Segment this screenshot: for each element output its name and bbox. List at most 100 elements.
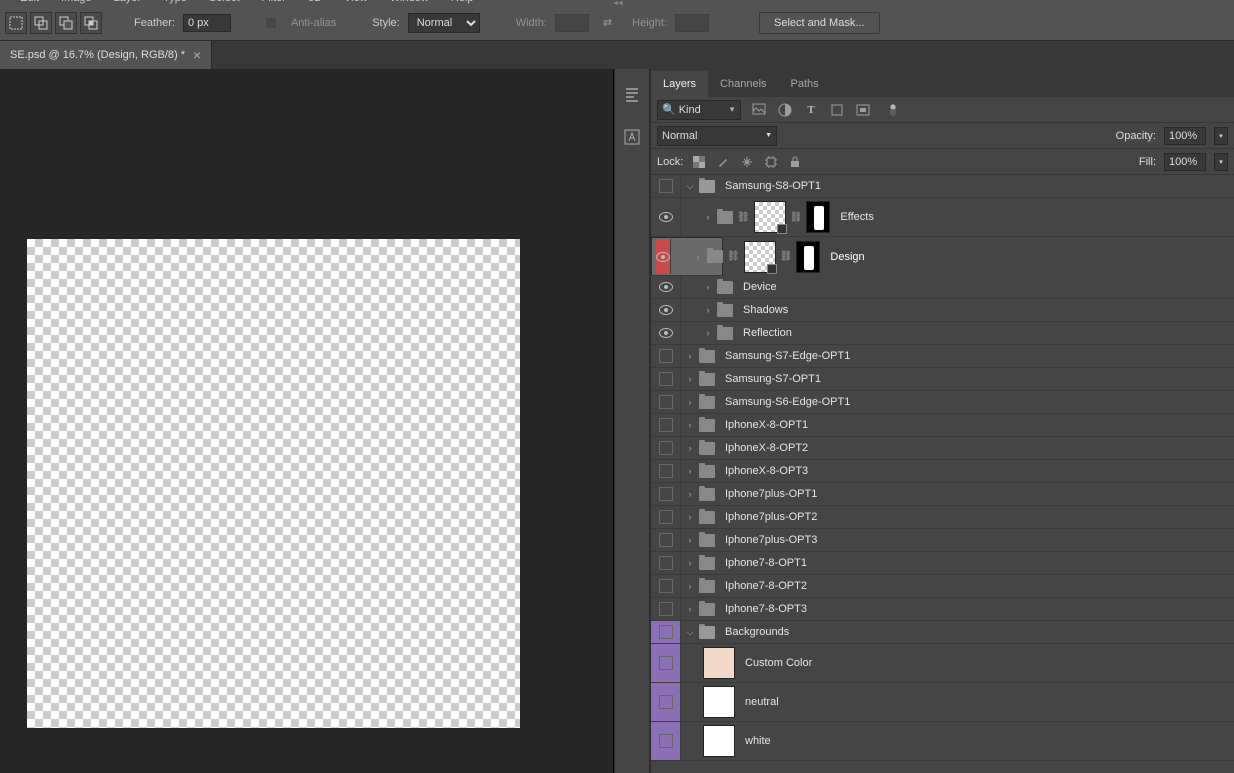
opacity-input[interactable]: 100% [1164,127,1206,145]
layer-visibility-toggle[interactable] [651,621,681,643]
chevron-right-icon[interactable]: › [685,374,695,384]
layer-name[interactable]: Device [743,281,777,293]
blend-mode-dropdown[interactable]: Normal ▼ [657,126,777,146]
layer-thumbnail[interactable] [754,201,786,233]
layer-name[interactable]: Reflection [743,327,792,339]
layer-name[interactable]: Samsung-S8-OPT1 [725,180,821,192]
document-canvas[interactable] [27,239,520,728]
layer-visibility-toggle[interactable] [651,483,681,505]
filter-kind-dropdown[interactable]: 🔍Kind ▼ [657,100,741,120]
layer-row[interactable]: ⌵Samsung-S8-OPT1 [651,175,1234,198]
layer-row[interactable]: › Reflection [651,322,1234,345]
close-tab-icon[interactable]: × [193,47,201,63]
chevron-right-icon[interactable]: › [703,282,713,292]
layer-visibility-toggle[interactable] [651,322,681,344]
layer-name[interactable]: Design [830,251,864,263]
layer-name[interactable]: IphoneX-8-OPT3 [725,465,808,477]
layer-row[interactable]: › Iphone7-8-OPT2 [651,575,1234,598]
layer-row[interactable]: ›⛓⛓Effects [651,198,1234,237]
layer-row[interactable]: ›Samsung-S6-Edge-OPT1 [651,391,1234,414]
layer-visibility-toggle[interactable] [651,299,681,321]
selection-intersect-icon[interactable] [80,12,102,34]
layer-visibility-toggle[interactable] [651,437,681,459]
filter-shape-icon[interactable] [829,102,845,118]
layer-row[interactable]: › Iphone7-8-OPT1 [651,552,1234,575]
layer-row[interactable]: Custom Color [651,644,1234,683]
layer-row[interactable]: › IphoneX-8-OPT1 [651,414,1234,437]
chevron-right-icon[interactable]: › [685,489,695,499]
layer-row[interactable]: ›Iphone7plus-OPT1 [651,483,1234,506]
layer-visibility-toggle[interactable] [651,644,681,682]
layer-name[interactable]: IphoneX-8-OPT1 [725,419,808,431]
opacity-flyout-icon[interactable]: ▾ [1214,127,1228,145]
layer-visibility-toggle[interactable] [651,175,681,197]
fill-input[interactable]: 100% [1164,153,1206,171]
layer-visibility-toggle[interactable] [651,198,681,236]
chevron-right-icon[interactable]: › [685,558,695,568]
layer-row[interactable]: white [651,722,1234,761]
layer-name[interactable]: Samsung-S7-Edge-OPT1 [725,350,850,362]
layer-row[interactable]: ›Samsung-S7-Edge-OPT1 [651,345,1234,368]
layer-visibility-toggle[interactable] [651,598,681,620]
layer-row[interactable]: › Device [651,276,1234,299]
layer-row[interactable]: ›Samsung-S7-OPT1 [651,368,1234,391]
select-and-mask-button[interactable]: Select and Mask... [759,12,880,34]
layer-visibility-toggle[interactable] [651,368,681,390]
lock-transparency-icon[interactable] [691,154,707,170]
layer-name[interactable]: Iphone7-8-OPT2 [725,580,807,592]
chevron-right-icon[interactable]: › [685,420,695,430]
filter-toggle-switch[interactable] [885,102,901,118]
tab-paths[interactable]: Paths [779,71,831,97]
selection-new-icon[interactable] [5,12,27,34]
layer-mask-thumbnail[interactable] [806,201,830,233]
layer-name[interactable]: Effects [840,211,873,223]
layer-name[interactable]: Iphone7-8-OPT3 [725,603,807,615]
layer-thumbnail[interactable] [744,241,776,273]
selection-subtract-icon[interactable] [55,12,77,34]
document-tab[interactable]: SE.psd @ 16.7% (Design, RGB/8) * × [0,41,212,69]
layer-visibility-toggle[interactable] [651,575,681,597]
chevron-right-icon[interactable]: › [703,328,713,338]
layer-name[interactable]: Backgrounds [725,626,789,638]
layer-name[interactable]: Samsung-S6-Edge-OPT1 [725,396,850,408]
layer-visibility-toggle[interactable] [651,391,681,413]
layer-row[interactable]: ›Iphone7plus-OPT3 [651,529,1234,552]
layer-name[interactable]: Iphone7-8-OPT1 [725,557,807,569]
fill-flyout-icon[interactable]: ▾ [1214,153,1228,171]
feather-input[interactable] [183,14,231,32]
lock-all-icon[interactable] [787,154,803,170]
layer-visibility-toggle[interactable] [651,529,681,551]
layer-row[interactable]: › Iphone7-8-OPT3 [651,598,1234,621]
chevron-right-icon[interactable]: › [685,466,695,476]
layer-mask-thumbnail[interactable] [796,241,820,273]
layer-name[interactable]: Custom Color [745,657,812,669]
lock-position-icon[interactable] [739,154,755,170]
layer-row[interactable]: ›⛓⛓Design [651,237,723,276]
layer-visibility-toggle[interactable] [651,506,681,528]
chevron-down-icon[interactable]: ⌵ [685,627,695,638]
layer-visibility-toggle[interactable] [651,345,681,367]
chevron-right-icon[interactable]: › [685,604,695,614]
filter-adjustment-icon[interactable] [777,102,793,118]
tab-layers[interactable]: Layers [651,71,708,97]
filter-type-icon[interactable]: T [803,102,819,118]
layer-visibility-toggle[interactable] [651,722,681,760]
layer-thumbnail[interactable] [703,647,735,679]
canvas-area[interactable] [0,69,614,773]
layer-row[interactable]: › IphoneX-8-OPT3 [651,460,1234,483]
chevron-right-icon[interactable]: › [693,252,703,262]
layer-row[interactable]: neutral [651,683,1234,722]
lock-pixels-icon[interactable] [715,154,731,170]
layer-name[interactable]: Iphone7plus-OPT2 [725,511,817,523]
layer-row[interactable]: ›Iphone7plus-OPT2 [651,506,1234,529]
lock-artboard-icon[interactable] [763,154,779,170]
chevron-right-icon[interactable]: › [703,305,713,315]
filter-pixel-icon[interactable] [751,102,767,118]
chevron-right-icon[interactable]: › [685,581,695,591]
paragraph-styles-icon[interactable] [622,85,642,105]
layer-name[interactable]: IphoneX-8-OPT2 [725,442,808,454]
layer-visibility-toggle[interactable] [651,683,681,721]
layer-name[interactable]: Iphone7plus-OPT3 [725,534,817,546]
layer-visibility-toggle[interactable] [651,460,681,482]
expand-panels-icon[interactable] [0,0,1234,10]
